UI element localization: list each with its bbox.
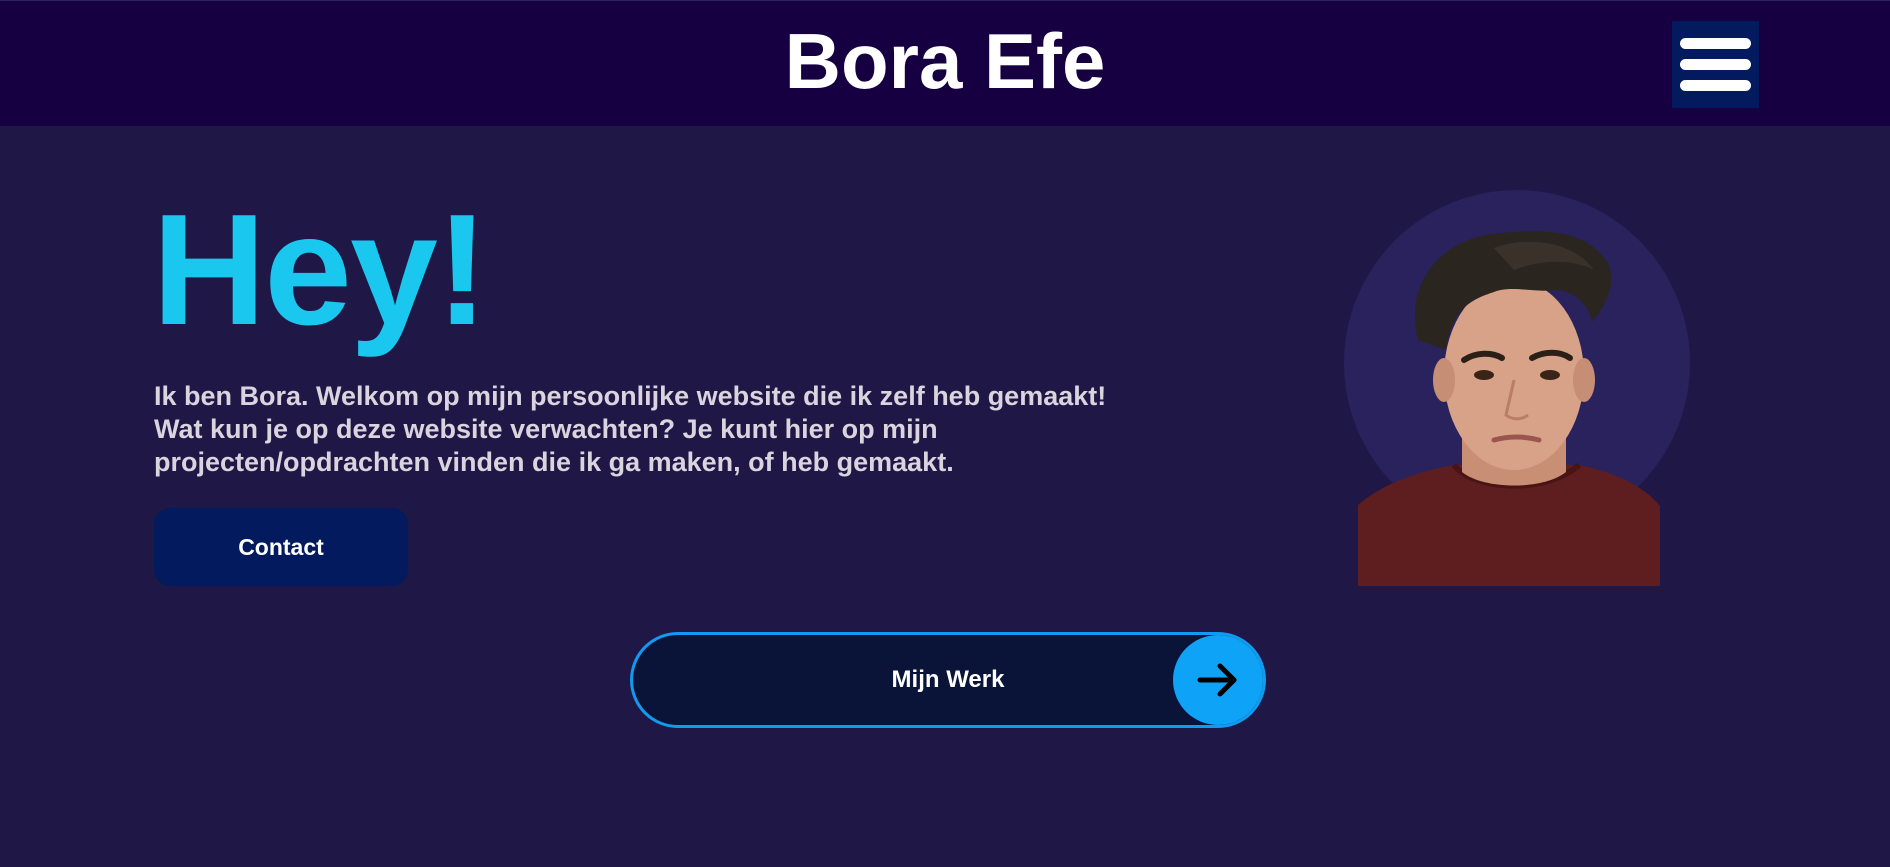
my-work-label: Mijn Werk: [891, 666, 1005, 693]
my-work-button[interactable]: Mijn Werk: [630, 632, 1266, 728]
hero-heading: Hey!: [152, 182, 488, 358]
intro-text: Ik ben Bora. Welkom op mijn persoonlijke…: [154, 381, 1107, 477]
site-header: Bora Efe: [0, 0, 1890, 126]
site-title[interactable]: Bora Efe: [0, 15, 1890, 107]
portrait: [1344, 190, 1690, 586]
portrait-photo: [1358, 231, 1660, 586]
menu-button[interactable]: [1672, 21, 1759, 108]
my-work-arrow-button[interactable]: [1173, 635, 1263, 725]
contact-button[interactable]: Contact: [154, 508, 408, 586]
arrow-right-icon: [1197, 663, 1237, 697]
